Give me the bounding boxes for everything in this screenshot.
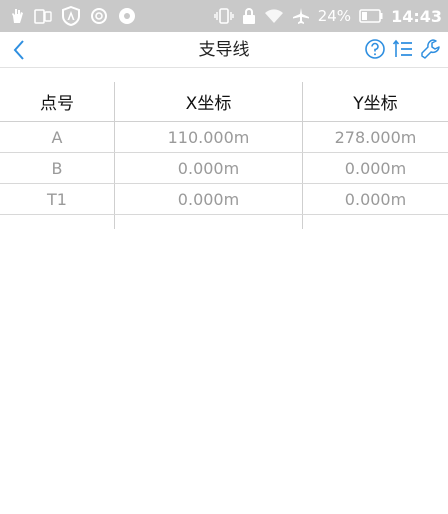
vibrate-icon xyxy=(214,8,234,24)
status-bar: 24% 14:43 xyxy=(0,0,448,32)
point-id-cell: T1 xyxy=(47,189,67,209)
battery-icon xyxy=(359,9,383,23)
chevron-left-icon xyxy=(13,40,24,60)
sort-list-button[interactable] xyxy=(390,36,416,62)
x-coordinate-cell: 0.000m xyxy=(114,184,302,214)
status-bar-right: 24% 14:43 xyxy=(206,7,442,26)
header-point-id: 点号 xyxy=(40,94,74,114)
empty-cell xyxy=(114,215,302,229)
point-id-cell: B xyxy=(51,158,63,178)
airplane-icon xyxy=(292,7,310,25)
wrench-icon xyxy=(421,39,440,59)
app-badge-icon xyxy=(118,7,136,25)
x-coordinate-cell: 0.000m xyxy=(114,153,302,183)
shield-app-icon xyxy=(62,6,80,26)
nav-bar: 支导线 xyxy=(0,32,448,68)
sim-card-icon xyxy=(34,8,52,24)
sort-list-icon xyxy=(392,39,412,57)
header-y-coordinate: Y坐标 xyxy=(302,82,448,121)
status-time: 14:43 xyxy=(391,6,442,26)
table-header: 点号 X坐标 Y坐标 xyxy=(0,82,448,122)
empty-table-row[interactable] xyxy=(0,215,448,229)
settings-wrench-button[interactable] xyxy=(418,36,444,62)
hand-icon xyxy=(10,8,24,24)
empty-cell xyxy=(302,215,448,229)
empty-cell xyxy=(0,215,114,229)
back-button[interactable] xyxy=(8,36,32,64)
x-coordinate-cell: 110.000m xyxy=(114,122,302,152)
sync-icon xyxy=(90,7,108,25)
table-row[interactable]: T1 0.000m 0.000m xyxy=(0,184,448,215)
help-icon xyxy=(365,39,385,59)
nav-actions xyxy=(360,36,444,62)
table-row[interactable]: A 110.000m 278.000m xyxy=(0,122,448,153)
wifi-icon xyxy=(264,8,284,24)
y-coordinate-cell: 0.000m xyxy=(302,184,448,214)
coordinate-table: 点号 X坐标 Y坐标 A 110.000m 278.000m B 0.000m … xyxy=(0,82,448,229)
y-coordinate-cell: 0.000m xyxy=(302,153,448,183)
y-coordinate-cell: 278.000m xyxy=(302,122,448,152)
table-row[interactable]: B 0.000m 0.000m xyxy=(0,153,448,184)
help-button[interactable] xyxy=(362,36,388,62)
status-bar-left xyxy=(10,6,146,26)
battery-percent: 24% xyxy=(317,7,352,25)
header-x-coordinate: X坐标 xyxy=(114,82,302,121)
lock-icon xyxy=(242,8,256,24)
point-id-cell: A xyxy=(51,127,63,147)
